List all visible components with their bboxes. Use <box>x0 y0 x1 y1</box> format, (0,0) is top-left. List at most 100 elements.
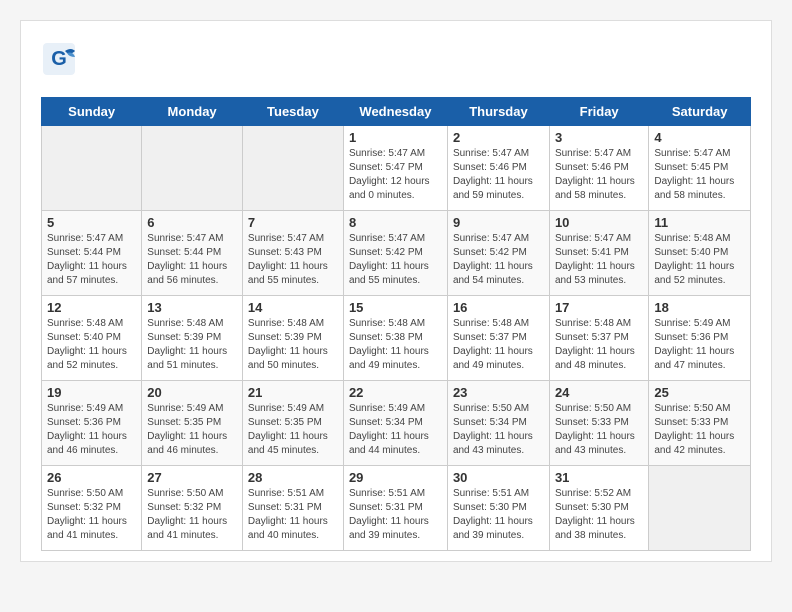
day-number: 24 <box>555 385 643 400</box>
day-number: 9 <box>453 215 544 230</box>
day-info: Sunrise: 5:49 AMSunset: 5:36 PMDaylight:… <box>654 317 745 373</box>
day-info: Sunrise: 5:48 AMSunset: 5:39 PMDaylight:… <box>248 317 338 373</box>
day-info: Sunrise: 5:47 AMSunset: 5:41 PMDaylight:… <box>555 232 643 288</box>
day-number: 5 <box>47 215 136 230</box>
day-number: 15 <box>349 300 442 315</box>
calendar-cell: 16 Sunrise: 5:48 AMSunset: 5:37 PMDayligh… <box>447 296 549 381</box>
day-info: Sunrise: 5:50 AMSunset: 5:32 PMDaylight:… <box>47 487 136 543</box>
day-info: Sunrise: 5:50 AMSunset: 5:33 PMDaylight:… <box>654 402 745 458</box>
day-info: Sunrise: 5:47 AMSunset: 5:46 PMDaylight:… <box>555 147 643 203</box>
day-number: 7 <box>248 215 338 230</box>
day-number: 12 <box>47 300 136 315</box>
day-number: 26 <box>47 470 136 485</box>
calendar-cell: 31Sunrise: 5:52 AMSunset: 5:30 PMDayligh… <box>549 466 648 551</box>
calendar-cell: 15 Sunrise: 5:48 AMSunset: 5:38 PMDayligh… <box>343 296 447 381</box>
calendar-cell <box>649 466 751 551</box>
day-info: Sunrise: 5:49 AMSunset: 5:34 PMDaylight:… <box>349 402 442 458</box>
day-number: 13 <box>147 300 237 315</box>
logo: G <box>41 41 81 82</box>
day-info: Sunrise: 5:49 AMSunset: 5:35 PMDaylight:… <box>248 402 338 458</box>
day-number: 28 <box>248 470 338 485</box>
day-info: Sunrise: 5:47 AMSunset: 5:42 PMDaylight:… <box>453 232 544 288</box>
weekday-header-tuesday: Tuesday <box>242 98 343 126</box>
day-number: 1 <box>349 130 442 145</box>
day-number: 18 <box>654 300 745 315</box>
day-number: 21 <box>248 385 338 400</box>
calendar-cell: 12 Sunrise: 5:48 AMSunset: 5:40 PMDayligh… <box>42 296 142 381</box>
day-info: Sunrise: 5:47 AMSunset: 5:45 PMDaylight:… <box>654 147 745 203</box>
calendar-cell: 6 Sunrise: 5:47 AMSunset: 5:44 PMDaylight… <box>142 211 243 296</box>
day-number: 29 <box>349 470 442 485</box>
svg-text:G: G <box>51 48 67 70</box>
day-number: 2 <box>453 130 544 145</box>
day-number: 16 <box>453 300 544 315</box>
calendar-table: SundayMondayTuesdayWednesdayThursdayFrid… <box>41 97 751 551</box>
calendar-cell: 2 Sunrise: 5:47 AMSunset: 5:46 PMDaylight… <box>447 126 549 211</box>
day-info: Sunrise: 5:48 AMSunset: 5:38 PMDaylight:… <box>349 317 442 373</box>
day-number: 11 <box>654 215 745 230</box>
week-row-2: 5 Sunrise: 5:47 AMSunset: 5:44 PMDaylight… <box>42 211 751 296</box>
day-number: 20 <box>147 385 237 400</box>
day-number: 14 <box>248 300 338 315</box>
calendar-cell: 20 Sunrise: 5:49 AMSunset: 5:35 PMDayligh… <box>142 381 243 466</box>
calendar-cell: 18 Sunrise: 5:49 AMSunset: 5:36 PMDayligh… <box>649 296 751 381</box>
weekday-header-friday: Friday <box>549 98 648 126</box>
header: G <box>41 41 751 82</box>
day-number: 19 <box>47 385 136 400</box>
day-info: Sunrise: 5:51 AMSunset: 5:30 PMDaylight:… <box>453 487 544 543</box>
day-info: Sunrise: 5:48 AMSunset: 5:39 PMDaylight:… <box>147 317 237 373</box>
day-number: 17 <box>555 300 643 315</box>
calendar-container: G SundayMondayTuesdayWednesd <box>20 20 772 562</box>
calendar-cell: 21 Sunrise: 5:49 AMSunset: 5:35 PMDayligh… <box>242 381 343 466</box>
calendar-cell: 22 Sunrise: 5:49 AMSunset: 5:34 PMDayligh… <box>343 381 447 466</box>
day-number: 25 <box>654 385 745 400</box>
calendar-cell: 28 Sunrise: 5:51 AMSunset: 5:31 PMDayligh… <box>242 466 343 551</box>
day-number: 23 <box>453 385 544 400</box>
day-info: Sunrise: 5:51 AMSunset: 5:31 PMDaylight:… <box>349 487 442 543</box>
weekday-header-monday: Monday <box>142 98 243 126</box>
day-info: Sunrise: 5:47 AMSunset: 5:43 PMDaylight:… <box>248 232 338 288</box>
calendar-cell <box>242 126 343 211</box>
day-info: Sunrise: 5:51 AMSunset: 5:31 PMDaylight:… <box>248 487 338 543</box>
calendar-cell <box>42 126 142 211</box>
calendar-cell: 29 Sunrise: 5:51 AMSunset: 5:31 PMDayligh… <box>343 466 447 551</box>
day-info: Sunrise: 5:48 AMSunset: 5:37 PMDaylight:… <box>453 317 544 373</box>
weekday-header-sunday: Sunday <box>42 98 142 126</box>
calendar-cell: 27Sunrise: 5:50 AMSunset: 5:32 PMDayligh… <box>142 466 243 551</box>
calendar-cell: 24 Sunrise: 5:50 AMSunset: 5:33 PMDayligh… <box>549 381 648 466</box>
day-info: Sunrise: 5:48 AMSunset: 5:40 PMDaylight:… <box>47 317 136 373</box>
day-info: Sunrise: 5:50 AMSunset: 5:33 PMDaylight:… <box>555 402 643 458</box>
week-row-5: 26 Sunrise: 5:50 AMSunset: 5:32 PMDayligh… <box>42 466 751 551</box>
day-number: 6 <box>147 215 237 230</box>
day-info: Sunrise: 5:52 AMSunset: 5:30 PMDaylight:… <box>555 487 643 543</box>
calendar-cell: 25 Sunrise: 5:50 AMSunset: 5:33 PMDayligh… <box>649 381 751 466</box>
weekday-header-wednesday: Wednesday <box>343 98 447 126</box>
calendar-cell: 17 Sunrise: 5:48 AMSunset: 5:37 PMDayligh… <box>549 296 648 381</box>
calendar-cell: 11 Sunrise: 5:48 AMSunset: 5:40 PMDayligh… <box>649 211 751 296</box>
day-info: Sunrise: 5:48 AMSunset: 5:40 PMDaylight:… <box>654 232 745 288</box>
day-info: Sunrise: 5:50 AMSunset: 5:32 PMDaylight:… <box>147 487 237 543</box>
calendar-cell: 23 Sunrise: 5:50 AMSunset: 5:34 PMDayligh… <box>447 381 549 466</box>
week-row-1: 1 Sunrise: 5:47 AMSunset: 5:47 PMDaylight… <box>42 126 751 211</box>
day-info: Sunrise: 5:49 AMSunset: 5:35 PMDaylight:… <box>147 402 237 458</box>
weekday-header-thursday: Thursday <box>447 98 549 126</box>
day-info: Sunrise: 5:47 AMSunset: 5:47 PMDaylight:… <box>349 147 442 203</box>
day-info: Sunrise: 5:47 AMSunset: 5:46 PMDaylight:… <box>453 147 544 203</box>
calendar-cell: 8Sunrise: 5:47 AMSunset: 5:42 PMDaylight… <box>343 211 447 296</box>
calendar-cell: 3Sunrise: 5:47 AMSunset: 5:46 PMDaylight… <box>549 126 648 211</box>
day-info: Sunrise: 5:50 AMSunset: 5:34 PMDaylight:… <box>453 402 544 458</box>
calendar-cell: 1 Sunrise: 5:47 AMSunset: 5:47 PMDaylight… <box>343 126 447 211</box>
day-info: Sunrise: 5:49 AMSunset: 5:36 PMDaylight:… <box>47 402 136 458</box>
calendar-cell: 26 Sunrise: 5:50 AMSunset: 5:32 PMDayligh… <box>42 466 142 551</box>
day-info: Sunrise: 5:47 AMSunset: 5:44 PMDaylight:… <box>147 232 237 288</box>
calendar-cell: 5 Sunrise: 5:47 AMSunset: 5:44 PMDaylight… <box>42 211 142 296</box>
day-info: Sunrise: 5:47 AMSunset: 5:44 PMDaylight:… <box>47 232 136 288</box>
day-info: Sunrise: 5:48 AMSunset: 5:37 PMDaylight:… <box>555 317 643 373</box>
day-number: 10 <box>555 215 643 230</box>
week-row-4: 19 Sunrise: 5:49 AMSunset: 5:36 PMDayligh… <box>42 381 751 466</box>
calendar-cell: 10 Sunrise: 5:47 AMSunset: 5:41 PMDayligh… <box>549 211 648 296</box>
day-number: 22 <box>349 385 442 400</box>
week-row-3: 12 Sunrise: 5:48 AMSunset: 5:40 PMDayligh… <box>42 296 751 381</box>
calendar-cell: 7 Sunrise: 5:47 AMSunset: 5:43 PMDaylight… <box>242 211 343 296</box>
weekday-header-row: SundayMondayTuesdayWednesdayThursdayFrid… <box>42 98 751 126</box>
